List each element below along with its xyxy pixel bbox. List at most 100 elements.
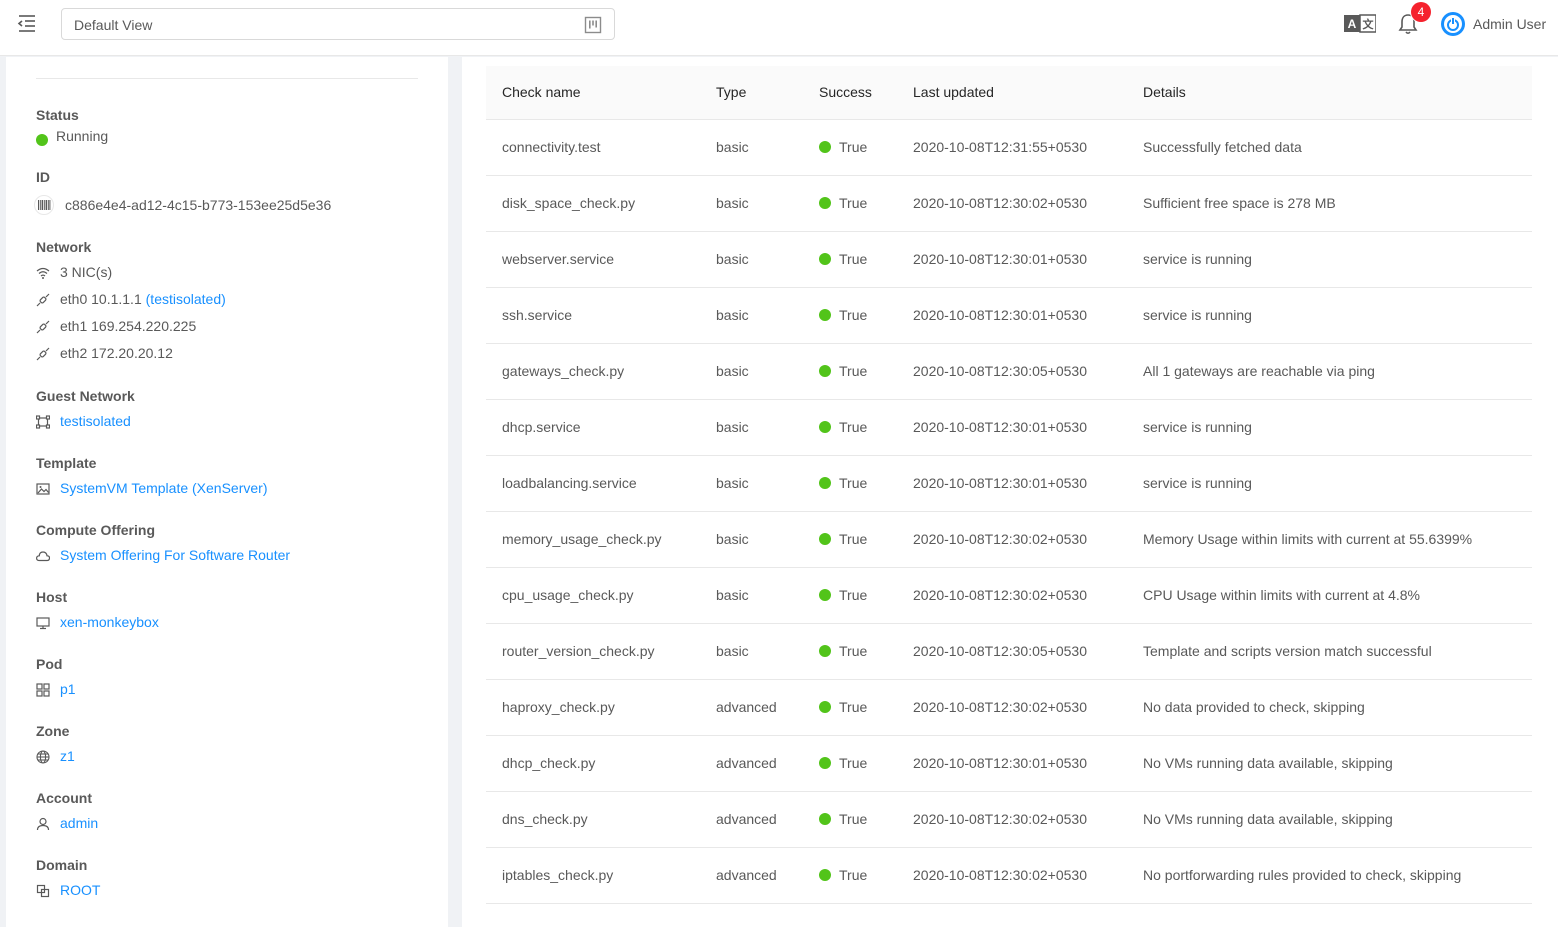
notification-badge: 4 (1411, 2, 1431, 22)
column-header-check-name[interactable]: Check name (486, 66, 700, 120)
power-icon[interactable] (1440, 11, 1466, 37)
table-row[interactable]: dhcp_check.py advanced True 2020-10-08T12:3… (486, 735, 1532, 792)
table-row[interactable]: dns_check.py advanced True 2020-10-08T12:30… (486, 791, 1532, 848)
barcode-icon[interactable] (34, 195, 54, 215)
type-cell: basic (700, 399, 803, 456)
success-text: True (839, 810, 868, 827)
type-cell: basic (700, 455, 803, 512)
menu-fold-icon[interactable] (16, 12, 38, 34)
template-section: Template SystemVM Template (XenServer) (36, 453, 436, 502)
svg-text:文: 文 (1363, 17, 1375, 31)
success-dot (819, 476, 831, 489)
success-status: True (819, 307, 867, 323)
table-row[interactable]: router_version_check.py basic True 2020-10-… (486, 623, 1532, 680)
table-row[interactable]: haproxy_check.py advanced True 2020-10-08T1… (486, 679, 1532, 736)
api-link-icon (36, 320, 50, 334)
check-name-cell: dhcp.service (486, 399, 700, 456)
eth0-network-link[interactable]: (testisolated) (146, 291, 226, 307)
success-status: True (819, 643, 867, 659)
guest-network-label: Guest Network (36, 388, 135, 404)
table-row[interactable]: cpu_usage_check.py basic True 2020-10-08T12… (486, 567, 1532, 624)
health-checks-panel: Check name Type Success Last updated Det… (462, 57, 1558, 927)
table-row[interactable]: dhcp.service basic True 2020-10-08T12:30:01… (486, 399, 1532, 456)
account-link[interactable]: admin (60, 810, 98, 837)
success-dot (819, 644, 831, 657)
success-dot (819, 532, 831, 545)
table-row[interactable]: connectivity.test basic True 2020-10-08T12:… (486, 119, 1532, 176)
success-status: True (819, 475, 867, 491)
table-row[interactable]: webserver.service basic True 2020-10-08T12:… (486, 231, 1532, 288)
success-status: True (819, 867, 867, 883)
success-status: True (819, 139, 867, 155)
status-section: Status Running (36, 105, 436, 147)
eth2-value: eth2 172.20.20.12 (60, 345, 173, 361)
details-cell: No VMs running data available, skipping (1127, 791, 1532, 848)
check-name-cell: gateways_check.py (486, 343, 700, 400)
guest-network-link[interactable]: testisolated (60, 408, 131, 435)
eth1-value: eth1 169.254.220.225 (60, 318, 197, 334)
divider (36, 78, 418, 79)
eth0-value: eth0 10.1.1.1 (60, 291, 142, 307)
compute-offering-link[interactable]: System Offering For Software Router (60, 542, 290, 569)
column-header-details[interactable]: Details (1127, 66, 1532, 120)
details-cell: service is running (1127, 399, 1532, 456)
details-cell: Template and scripts version match succe… (1127, 623, 1532, 680)
success-status: True (819, 755, 867, 771)
network-label: Network (36, 239, 92, 255)
type-cell: basic (700, 343, 803, 400)
table-row[interactable]: loadbalancing.service basic True 2020-10-08… (486, 455, 1532, 512)
translate-icon[interactable]: A 文 (1344, 14, 1376, 34)
success-cell: True (803, 847, 897, 904)
domain-section: Domain ROOT (36, 855, 436, 904)
pod-link[interactable]: p1 (60, 676, 76, 703)
template-label: Template (36, 455, 97, 471)
zone-link[interactable]: z1 (60, 743, 75, 770)
view-selector[interactable]: Default View (61, 8, 615, 40)
success-text: True (839, 586, 868, 603)
details-cell: Sufficient free space is 278 MB (1127, 175, 1532, 232)
type-cell: advanced (700, 791, 803, 848)
type-cell: basic (700, 119, 803, 176)
column-header-type[interactable]: Type (700, 66, 803, 120)
last-updated-cell: 2020-10-08T12:30:02+0530 (897, 567, 1127, 624)
domain-link[interactable]: ROOT (60, 877, 100, 904)
user-name[interactable]: Admin User (1473, 16, 1546, 32)
success-dot (819, 756, 831, 769)
success-dot (819, 308, 831, 321)
success-dot (819, 420, 831, 433)
last-updated-cell: 2020-10-08T12:30:05+0530 (897, 623, 1127, 680)
guest-network-section: Guest Network testisolated (36, 386, 436, 435)
table-row[interactable]: iptables_check.py advanced True 2020-10-08T… (486, 847, 1532, 904)
health-checks-table: Check name Type Success Last updated Det… (486, 66, 1532, 904)
check-name-cell: haproxy_check.py (486, 679, 700, 736)
host-link[interactable]: xen-monkeybox (60, 609, 159, 636)
zone-label: Zone (36, 723, 70, 739)
type-cell: basic (700, 175, 803, 232)
table-row[interactable]: ssh.service basic True 2020-10-08T12:30:01+… (486, 287, 1532, 344)
success-text: True (839, 306, 868, 323)
details-cell: No VMs running data available, skipping (1127, 735, 1532, 792)
column-header-last-updated[interactable]: Last updated (897, 66, 1127, 120)
host-section: Host xen-monkeybox (36, 587, 436, 636)
domain-label: Domain (36, 857, 88, 873)
panel-gutter (448, 57, 462, 927)
template-link[interactable]: SystemVM Template (XenServer) (60, 475, 267, 502)
check-name-cell: connectivity.test (486, 119, 700, 176)
success-status: True (819, 363, 867, 379)
type-cell: advanced (700, 735, 803, 792)
success-cell: True (803, 175, 897, 232)
last-updated-cell: 2020-10-08T12:31:55+0530 (897, 119, 1127, 176)
column-header-success[interactable]: Success (803, 66, 897, 120)
table-row[interactable]: gateways_check.py basic True 2020-10-08T12:… (486, 343, 1532, 400)
success-status: True (819, 251, 867, 267)
api-link-icon (36, 293, 50, 307)
last-updated-cell: 2020-10-08T12:30:05+0530 (897, 343, 1127, 400)
success-text: True (839, 698, 868, 715)
id-value: c886e4e4-ad12-4c15-b773-153ee25d5e36 (65, 197, 332, 213)
last-updated-cell: 2020-10-08T12:30:01+0530 (897, 735, 1127, 792)
table-row[interactable]: memory_usage_check.py basic True 2020-10-08… (486, 511, 1532, 568)
details-cell: CPU Usage within limits with current at … (1127, 567, 1532, 624)
details-cell: No data provided to check, skipping (1127, 679, 1532, 736)
table-row[interactable]: disk_space_check.py basic True 2020-10-08T1… (486, 175, 1532, 232)
success-text: True (839, 138, 868, 155)
